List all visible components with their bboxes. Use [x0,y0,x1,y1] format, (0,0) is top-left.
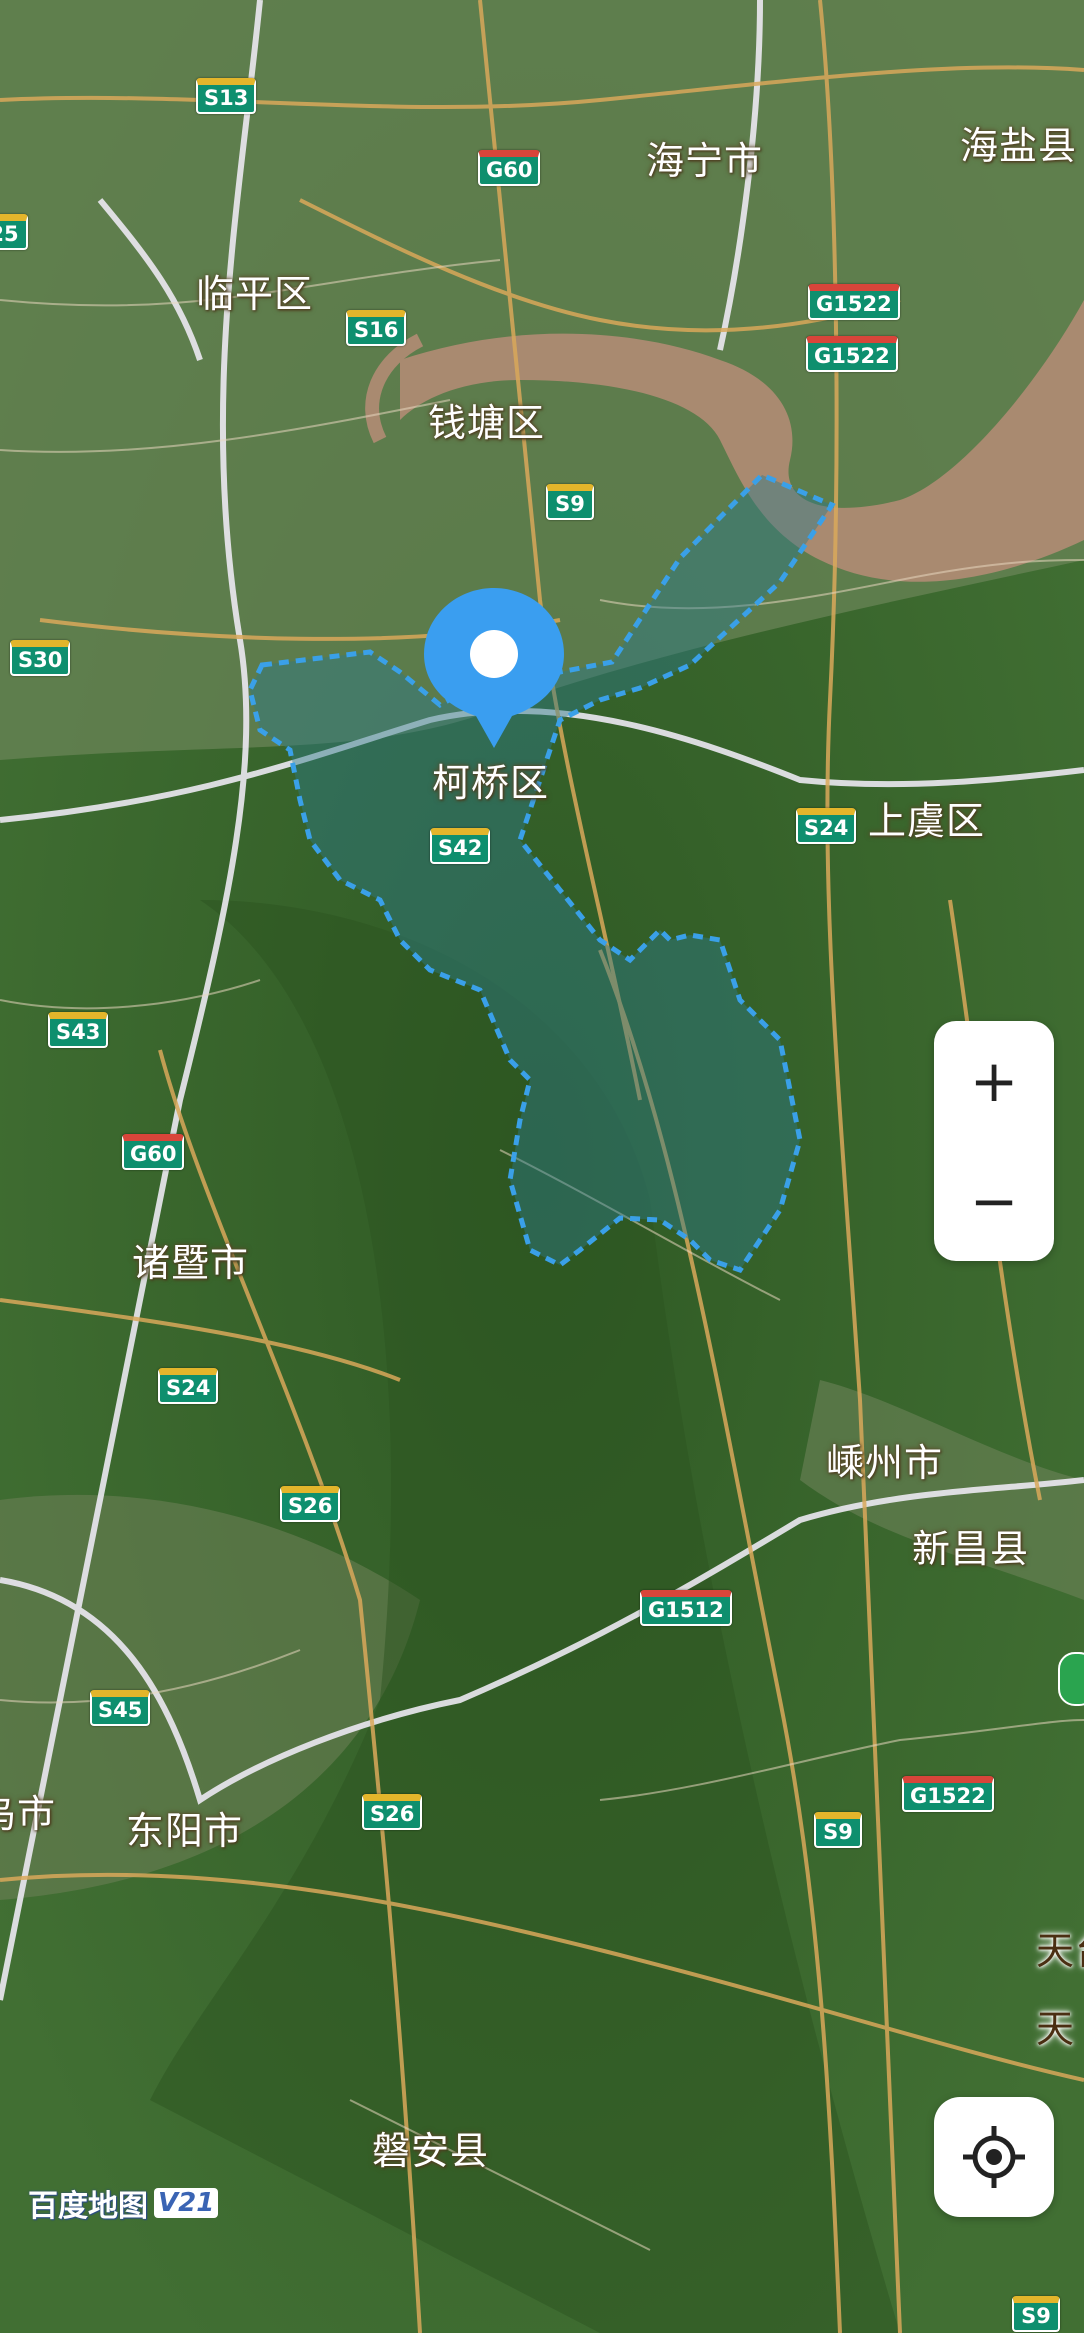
place-label: 海盐县 [960,124,1078,168]
road-shield: 25 [0,214,28,250]
minus-icon: − [969,1167,1019,1235]
road-shield: G1522 [808,284,900,320]
road-shield: S24 [796,808,857,844]
road-shield: S26 [362,1794,423,1830]
road-shield: G1512 [640,1590,732,1626]
place-label: 磐安县 [372,2129,490,2173]
plus-icon: + [969,1047,1019,1115]
road-shield: G60 [122,1134,185,1170]
location-pin-icon[interactable] [424,588,564,753]
locate-me-button[interactable] [934,2097,1054,2217]
road-shield: S45 [90,1690,151,1726]
road-shield: G60 [478,150,541,186]
road-shield: S24 [158,1368,219,1404]
map-view[interactable]: 海宁市 海盐县 临平区 钱塘区 柯桥区 上虞区 诸暨市 嵊州市 新昌县 东阳市 … [0,0,1084,2333]
road-shield: G1522 [902,1776,994,1812]
road-shield: S42 [430,828,491,864]
road-shield: G1522 [806,336,898,372]
place-label: 海宁市 [646,139,764,183]
place-label: 诸暨市 [132,1241,250,1285]
place-label-selected: 柯桥区 [432,761,550,805]
place-label: 嵊州市 [826,1441,944,1485]
place-label: 新昌县 [912,1527,1030,1571]
place-label: 天台 [1036,1929,1084,1973]
provider-logo: 百度地图 V21 [28,2181,219,2225]
provider-version: V21 [154,2188,219,2218]
road-shield: S13 [196,78,257,114]
road-shield: S16 [346,310,407,346]
crosshair-icon [963,2126,1025,2188]
poi-badge-icon[interactable] [1058,1652,1084,1706]
road-shield: S9 [546,484,594,520]
zoom-out-button[interactable]: − [934,1141,1054,1261]
road-shield: S26 [280,1486,341,1522]
road-shield: S9 [1012,2296,1060,2332]
place-label: 东阳市 [126,1809,244,1853]
place-label: 临平区 [196,272,314,316]
zoom-control: + − [934,1021,1054,1261]
zoom-in-button[interactable]: + [934,1021,1054,1141]
place-label: 钱塘区 [428,401,546,445]
road-shield: S9 [814,1812,862,1848]
road-shield: S30 [10,640,71,676]
place-label: 上虞区 [868,799,986,843]
place-label: 天 [1036,2007,1076,2051]
road-shield: S43 [48,1012,109,1048]
provider-logo-text: 百度地图 [28,2189,148,2224]
place-label: 乌市 [0,1792,57,1836]
